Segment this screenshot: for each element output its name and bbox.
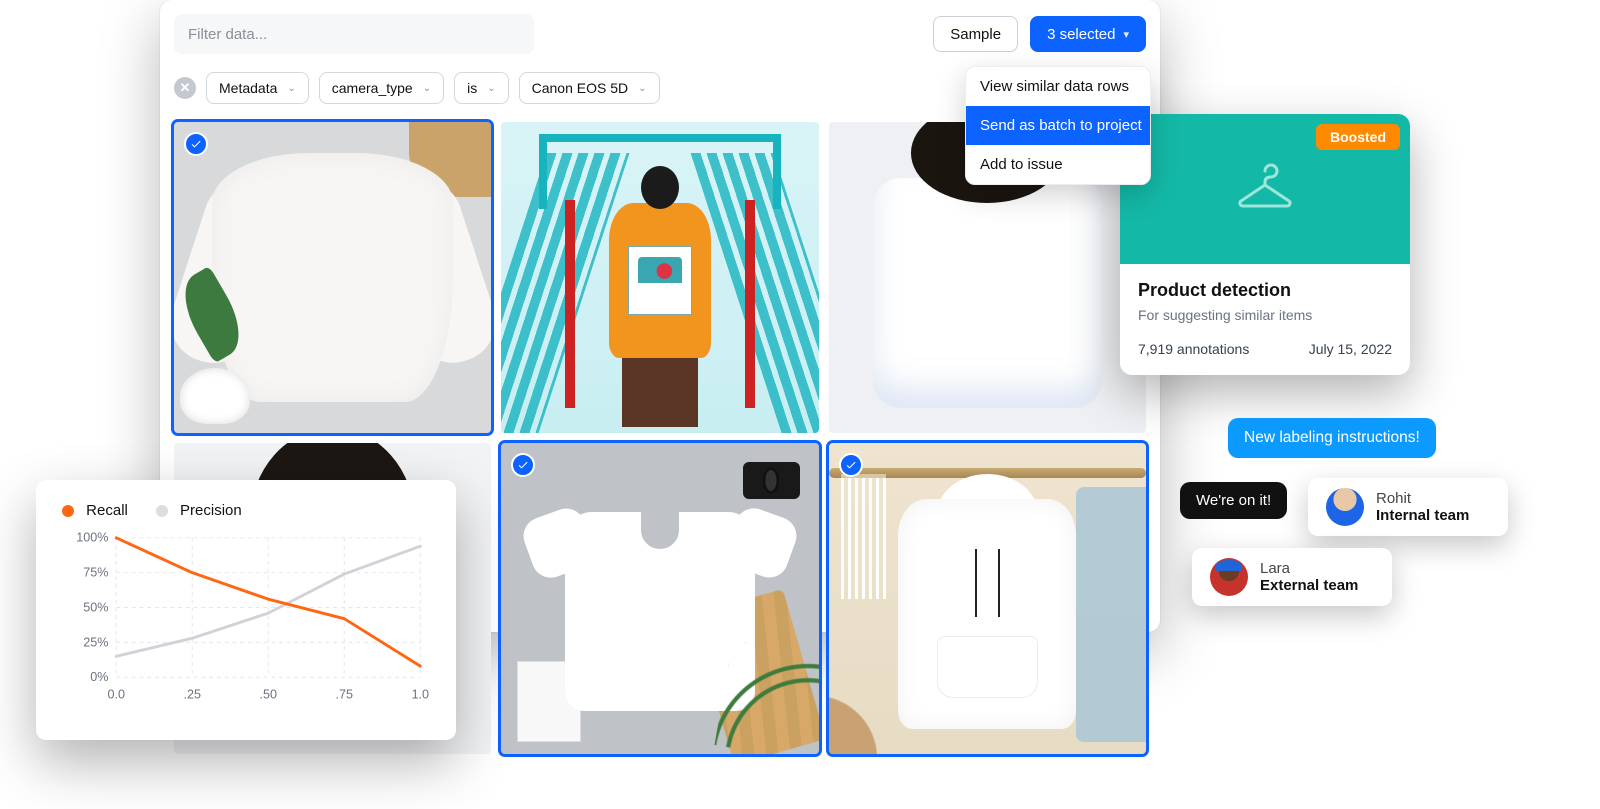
menu-add-issue[interactable]: Add to issue [966, 145, 1150, 184]
collab-chat: New labeling instructions! We're on it! … [1180, 418, 1520, 519]
hanger-icon [1233, 157, 1297, 221]
selected-check-icon [184, 132, 208, 156]
legend-dot-icon [62, 505, 74, 517]
clear-filters-icon[interactable]: ✕ [174, 77, 196, 99]
chip-metadata-label: Metadata [219, 80, 277, 96]
person-card-internal[interactable]: Rohit Internal team [1308, 478, 1508, 536]
dataset-date: July 15, 2022 [1309, 341, 1392, 357]
menu-view-similar[interactable]: View similar data rows [966, 67, 1150, 106]
svg-text:.25: .25 [184, 688, 202, 702]
chevron-down-icon: ⌄ [287, 83, 295, 94]
legend-recall: Recall [62, 502, 128, 519]
avatar [1210, 558, 1248, 596]
chip-metadata[interactable]: Metadata ⌄ [206, 72, 309, 104]
legend-dot-icon [156, 505, 168, 517]
chip-operator[interactable]: is ⌄ [454, 72, 509, 104]
dataset-meta: 7,919 annotations July 15, 2022 [1138, 341, 1392, 357]
chart-legend: Recall Precision [62, 502, 430, 519]
selected-check-icon [839, 453, 863, 477]
selection-count-label: 3 selected [1047, 26, 1115, 43]
boosted-badge: Boosted [1316, 124, 1400, 150]
svg-text:100%: 100% [76, 531, 108, 545]
svg-text:.50: .50 [260, 688, 278, 702]
dataset-card[interactable]: Boosted Product detection For suggesting… [1120, 114, 1410, 375]
person-name: Rohit [1376, 490, 1469, 507]
svg-text:.75: .75 [336, 688, 354, 702]
chip-value[interactable]: Canon EOS 5D ⌄ [519, 72, 660, 104]
sample-button-label: Sample [950, 26, 1001, 43]
chip-field-label: camera_type [332, 80, 413, 96]
sample-button[interactable]: Sample [933, 16, 1018, 52]
metrics-chart: 0% 25% 50% 75% 100% 0.0 .25 .50 .75 1.0 [62, 529, 430, 719]
chat-instructions-bubble: New labeling instructions! [1228, 418, 1436, 458]
person-role: Internal team [1376, 507, 1469, 524]
person-card-external[interactable]: Lara External team [1192, 548, 1392, 606]
chevron-down-icon: ⌄ [487, 83, 495, 94]
avatar [1326, 488, 1364, 526]
chip-value-label: Canon EOS 5D [532, 80, 629, 96]
chevron-down-icon: ▾ [1123, 28, 1129, 41]
svg-text:0.0: 0.0 [107, 688, 125, 702]
grid-tile[interactable] [501, 443, 818, 754]
dataset-hero: Boosted [1120, 114, 1410, 264]
chevron-down-icon: ⌄ [638, 83, 646, 94]
filter-input[interactable] [174, 14, 534, 54]
svg-text:1.0: 1.0 [412, 688, 430, 702]
person-name: Lara [1260, 560, 1358, 577]
metrics-chart-card: Recall Precision 0% 25% 50% 75% 100% 0.0 .25 .5… [36, 480, 456, 740]
toolbar: Sample 3 selected ▾ [174, 14, 1146, 54]
chip-operator-label: is [467, 80, 477, 96]
svg-text:50%: 50% [83, 600, 108, 614]
grid-tile[interactable] [174, 122, 491, 433]
dataset-annotation-count: 7,919 annotations [1138, 341, 1249, 357]
chevron-down-icon: ⌄ [423, 83, 431, 94]
person-role: External team [1260, 577, 1358, 594]
selection-dropdown-button[interactable]: 3 selected ▾ [1030, 16, 1146, 52]
svg-text:25%: 25% [83, 635, 108, 649]
svg-text:75%: 75% [83, 566, 108, 580]
menu-send-batch[interactable]: Send as batch to project [966, 106, 1150, 145]
chip-field[interactable]: camera_type ⌄ [319, 72, 444, 104]
dataset-title: Product detection [1138, 280, 1392, 301]
dataset-subtitle: For suggesting similar items [1138, 307, 1392, 323]
selection-actions-menu: View similar data rows Send as batch to … [965, 66, 1151, 185]
chat-reply-bubble: We're on it! [1180, 482, 1287, 519]
grid-tile[interactable] [501, 122, 818, 433]
svg-text:0%: 0% [90, 670, 108, 684]
legend-precision: Precision [156, 502, 242, 519]
grid-tile[interactable] [829, 443, 1146, 754]
